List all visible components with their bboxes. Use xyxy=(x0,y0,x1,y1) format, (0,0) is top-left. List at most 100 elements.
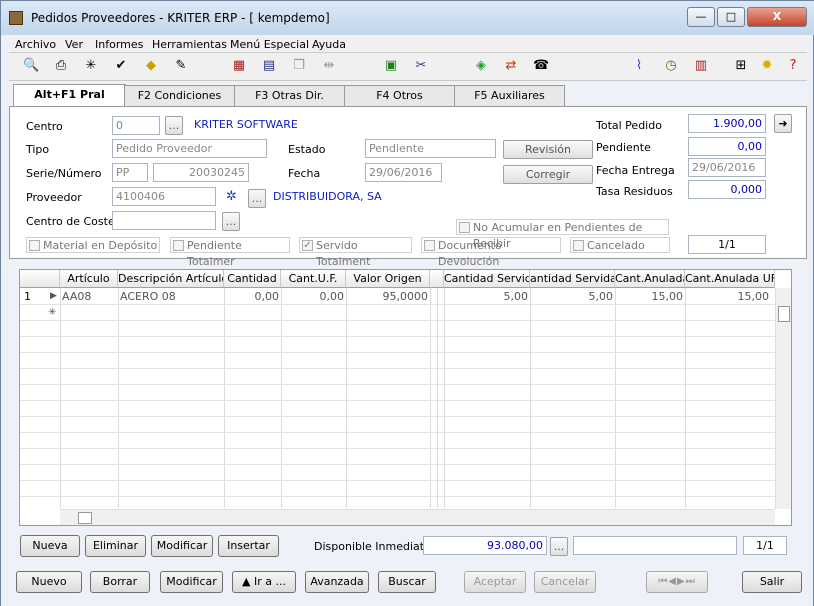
grid-header-cant-servida-u[interactable]: antidad Servida U xyxy=(530,270,615,288)
erase-icon[interactable]: ✎ xyxy=(173,58,189,74)
disponible-lookup-button[interactable]: ... xyxy=(550,537,568,556)
material-deposito-checkbox[interactable]: Material en Depósito xyxy=(26,237,160,253)
copy-icon[interactable]: ❐ xyxy=(291,58,307,74)
tipo-select[interactable]: Pedido Proveedor xyxy=(112,139,267,158)
link-icon[interactable]: ⇹ xyxy=(321,58,337,74)
borrar-button[interactable]: Borrar xyxy=(90,571,150,593)
fecha-field[interactable]: 29/06/2016 xyxy=(365,163,442,182)
grid-header-cant-uf[interactable]: Cant.U.F. xyxy=(281,270,346,288)
menu-herramientas[interactable]: Herramientas xyxy=(152,38,227,51)
cell-cant-servida-u[interactable]: 5,00 xyxy=(530,289,615,304)
nuevo-button[interactable]: Nuevo xyxy=(16,571,82,593)
grid-header-cant-anulada-uf[interactable]: Cant.Anulada UF xyxy=(685,270,775,288)
revision-button[interactable]: Revisión xyxy=(503,140,593,159)
centro-field[interactable]: 0 xyxy=(112,116,160,135)
cell-cant-uf[interactable]: 0,00 xyxy=(281,289,346,304)
tab-pral[interactable]: Alt+F1 Pral xyxy=(13,84,126,106)
entrega-field[interactable]: 29/06/2016 xyxy=(688,158,766,177)
cell-articulo[interactable]: AA08 xyxy=(60,289,93,304)
chart-icon[interactable]: ▦ xyxy=(231,58,247,74)
aceptar-button[interactable]: Aceptar xyxy=(464,571,526,593)
vertical-scroll-thumb[interactable] xyxy=(778,306,790,322)
centro-lookup-button[interactable]: ... xyxy=(165,116,183,135)
material-deposito-label: Material en Depósito xyxy=(43,239,158,252)
phone-icon[interactable]: ☎ xyxy=(533,58,549,74)
vertical-scrollbar[interactable] xyxy=(775,288,791,509)
proveedor-lookup-button[interactable]: ... xyxy=(248,189,266,208)
grid-header-narrow[interactable] xyxy=(430,270,444,288)
network-icon[interactable]: ✲ xyxy=(226,189,237,204)
help-icon[interactable]: ? xyxy=(785,58,801,74)
check-icon[interactable]: ✔ xyxy=(113,58,129,74)
modificar-button[interactable]: Modificar xyxy=(160,571,223,593)
note-icon[interactable]: ◈ xyxy=(473,58,489,74)
buscar-button[interactable]: Buscar xyxy=(378,571,436,593)
grid-header-descripcion[interactable]: Descripción Artículo xyxy=(118,270,224,288)
horizontal-scrollbar[interactable] xyxy=(60,509,775,525)
cell-descripcion[interactable]: ACERO 08 xyxy=(118,289,178,304)
sparkle-icon[interactable]: ✳ xyxy=(83,58,99,74)
cell-cant-anulada[interactable]: 15,00 xyxy=(615,289,685,304)
grid-header-valor-origen[interactable]: Valor Origen xyxy=(346,270,430,288)
cancelado-checkbox[interactable]: Cancelado xyxy=(570,237,670,253)
cell-cant-servida[interactable]: 5,00 xyxy=(444,289,530,304)
minimize-button[interactable]: — xyxy=(687,7,715,27)
record-navigator[interactable]: ⏮◀▶⏭ xyxy=(646,571,708,593)
modificar-line-button[interactable]: Modificar xyxy=(151,535,213,557)
serie-field[interactable]: PP xyxy=(112,163,148,182)
clip-icon[interactable]: ⌇ xyxy=(631,58,647,74)
arrow-right-icon[interactable]: ➜ xyxy=(774,114,792,133)
nueva-line-button[interactable]: Nueva xyxy=(20,535,80,557)
grid-header-cant-anulada[interactable]: Cant.Anulada xyxy=(615,270,685,288)
numero-field[interactable]: 20030245 xyxy=(153,163,249,182)
preview-icon[interactable]: 🔍 xyxy=(23,58,39,74)
ir-a-button[interactable]: ▲ Ir a ... xyxy=(232,571,296,593)
corregir-button[interactable]: Corregir xyxy=(503,165,593,184)
estado-select[interactable]: Pendiente xyxy=(365,139,496,158)
servido-totalmente-checkbox[interactable]: ✓ Servido Totalment xyxy=(299,237,412,268)
menu-especial[interactable]: Menú Especial xyxy=(230,38,309,51)
first-record-icon[interactable]: ⏮ xyxy=(658,576,668,587)
menu-ayuda[interactable]: Ayuda xyxy=(312,38,346,51)
tab-otras-dir[interactable]: F3 Otras Dir. xyxy=(234,85,345,106)
coste-field[interactable] xyxy=(112,211,216,230)
prev-record-icon[interactable]: ◀ xyxy=(668,576,677,587)
arrows-icon[interactable]: ⇄ xyxy=(503,58,519,74)
tree-icon[interactable]: ⊞ xyxy=(733,58,749,74)
grid-header-cantidad[interactable]: Cantidad xyxy=(224,270,281,288)
salir-button[interactable]: Salir xyxy=(742,571,802,593)
cancelar-button[interactable]: Cancelar xyxy=(534,571,596,593)
menu-informes[interactable]: Informes xyxy=(95,38,143,51)
grid-header-cant-servida[interactable]: Cantidad Servida xyxy=(444,270,530,288)
next-record-icon[interactable]: ▶ xyxy=(677,576,686,587)
proveedor-field[interactable]: 4100406 xyxy=(112,187,216,206)
cell-cant-anulada-uf[interactable]: 15,00 xyxy=(685,289,771,304)
menu-ver[interactable]: Ver xyxy=(65,38,83,51)
calculator-icon[interactable]: ▤ xyxy=(261,58,277,74)
eliminar-line-button[interactable]: Eliminar xyxy=(85,535,146,557)
print-icon[interactable]: ⎙ xyxy=(53,58,69,74)
coste-lookup-button[interactable]: ... xyxy=(222,212,240,231)
tab-condiciones[interactable]: F2 Condiciones xyxy=(124,85,235,106)
pendiente-totalmente-checkbox[interactable]: Pendiente Totalmer xyxy=(170,237,290,268)
grid-header-articulo[interactable]: Artículo xyxy=(60,270,118,288)
paste-icon[interactable]: ▣ xyxy=(383,58,399,74)
menu-archivo[interactable]: Archivo xyxy=(15,38,56,51)
avanzada-button[interactable]: Avanzada xyxy=(305,571,369,593)
close-button[interactable]: X xyxy=(747,7,807,27)
tab-otros[interactable]: F4 Otros xyxy=(344,85,455,106)
horizontal-scroll-thumb[interactable] xyxy=(78,512,92,524)
maximize-button[interactable]: □ xyxy=(717,7,745,27)
documento-devolucion-checkbox[interactable]: Documento Devolución xyxy=(421,237,561,268)
cell-valor-origen[interactable]: 95,0000 xyxy=(346,289,430,304)
bulb-icon[interactable]: ✹ xyxy=(759,58,775,74)
last-record-icon[interactable]: ⏭ xyxy=(686,576,696,587)
no-acumular-checkbox[interactable]: No Acumular en Pendientes de Recibir xyxy=(456,219,669,250)
warning-icon[interactable]: ◆ xyxy=(143,58,159,74)
clock-icon[interactable]: ◷ xyxy=(663,58,679,74)
doc-icon[interactable]: ▥ xyxy=(693,58,709,74)
scissors-icon[interactable]: ✂ xyxy=(413,58,429,74)
insertar-line-button[interactable]: Insertar xyxy=(218,535,279,557)
tab-auxiliares[interactable]: F5 Auxiliares xyxy=(454,85,565,106)
cell-cantidad[interactable]: 0,00 xyxy=(224,289,281,304)
